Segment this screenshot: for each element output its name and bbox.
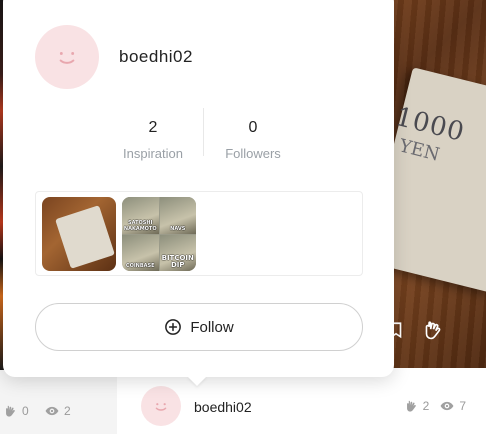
- meme-caption: NAVS: [170, 225, 186, 232]
- eye-icon: [440, 401, 454, 411]
- meme-caption: COINBASE: [125, 263, 155, 269]
- follow-button[interactable]: Follow: [35, 303, 363, 351]
- gallery-thumbnail-banknote[interactable]: [42, 197, 116, 271]
- inspiration-gallery: SATOSHI NAKAMOTO NAVS COINBASE BITCOIN D…: [35, 191, 363, 276]
- stat-followers[interactable]: 0 Followers: [203, 118, 303, 166]
- follow-button-label: Follow: [190, 318, 234, 336]
- author-name[interactable]: boedhi02: [194, 399, 252, 415]
- left-card-views-count: 2: [64, 404, 71, 418]
- stats-divider: [203, 108, 204, 156]
- meme-caption: SATOSHI NAKAMOTO: [123, 219, 157, 232]
- gallery-thumbnail-meme[interactable]: SATOSHI NAKAMOTO NAVS COINBASE BITCOIN D…: [122, 197, 196, 271]
- avatar[interactable]: [35, 25, 99, 89]
- post-likes: 2: [405, 399, 430, 413]
- stat-inspiration-label: Inspiration: [123, 146, 183, 161]
- clap-icon: [6, 405, 15, 417]
- meme-caption: BITCOIN DIP: [161, 254, 194, 269]
- eye-icon: [45, 406, 59, 416]
- smiley-icon: [155, 403, 167, 411]
- stat-followers-label: Followers: [225, 146, 281, 161]
- post-author-bar: boedhi02 2 7: [117, 368, 486, 434]
- post-likes-count: 2: [422, 399, 430, 413]
- post-stats: 2 7: [405, 399, 466, 413]
- post-views-count: 7: [459, 399, 466, 413]
- background-card-stats-left: 0 2: [0, 372, 96, 434]
- stat-inspiration-value: 2: [148, 119, 158, 136]
- left-card-likes-count: 0: [22, 404, 29, 418]
- plus-circle-icon: [165, 319, 182, 335]
- clap-icon[interactable]: [422, 318, 446, 342]
- stat-followers-value: 0: [248, 119, 258, 136]
- clap-icon: [406, 400, 416, 412]
- smiley-icon: [59, 52, 75, 64]
- post-views: 7: [439, 399, 466, 413]
- stat-inspiration[interactable]: 2 Inspiration: [103, 118, 203, 166]
- left-card-likes: 0: [4, 404, 29, 418]
- left-card-views: 2: [44, 404, 71, 418]
- popover-caret: [187, 376, 207, 386]
- avatar[interactable]: [141, 386, 181, 426]
- profile-username[interactable]: boedhi02: [119, 47, 193, 67]
- user-profile-popover: boedhi02 2 Inspiration 0 Followers SATOS…: [3, 0, 394, 386]
